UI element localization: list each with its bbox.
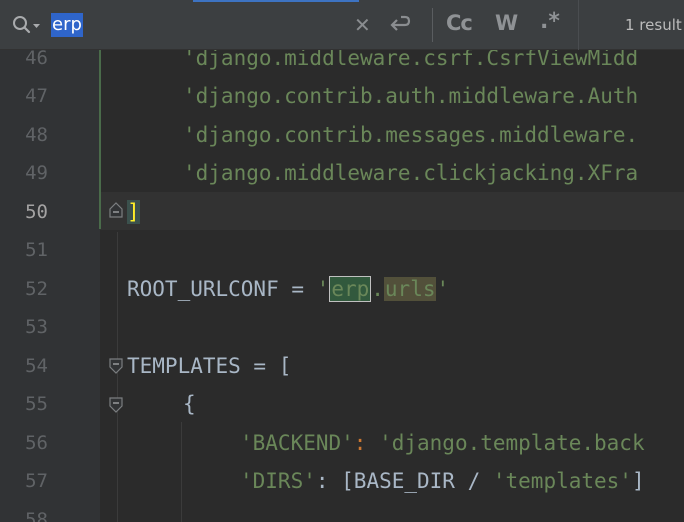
identifier: ROOT_URLCONF =: [127, 277, 317, 301]
current-line-highlight: [0, 192, 684, 230]
find-bar: erp ✕ Cc W .* 1 result: [0, 0, 684, 50]
code-line: 'django.middleware.csrf.CsrfViewMidd: [183, 50, 638, 77]
search-input[interactable]: erp: [51, 13, 83, 37]
string-literal: 'django.contrib.auth.middleware.Auth: [183, 84, 639, 108]
line-number: 54: [25, 355, 48, 377]
string-literal: .: [371, 277, 384, 301]
line-number: 52: [25, 278, 48, 300]
string-quote: ': [316, 277, 330, 301]
line-number: 51: [25, 239, 48, 261]
code-line: 'django.middleware.clickjacking.XFra: [183, 154, 638, 192]
line-number: 49: [25, 162, 48, 184]
line-number: 53: [25, 316, 48, 338]
line-number-current: 50: [25, 201, 48, 223]
line-number: 58: [25, 509, 48, 522]
dict-key: 'BACKEND': [240, 431, 354, 455]
toolbar-divider: [578, 0, 579, 50]
clear-search-icon[interactable]: ✕: [354, 15, 372, 35]
search-match-highlight: urls: [383, 277, 437, 301]
string-quote: ': [436, 277, 450, 301]
indent-guide: [117, 232, 118, 522]
code-line: ROOT_URLCONF = 'erp.urls': [127, 270, 449, 308]
toolbar-divider: [432, 8, 433, 42]
code-line: 'django.contrib.auth.middleware.Auth: [183, 77, 638, 115]
code-line: 'BACKEND': 'django.template.back: [240, 424, 645, 462]
indent-guide: [181, 422, 182, 522]
line-number: 48: [25, 124, 48, 146]
new-line-icon[interactable]: [387, 14, 413, 36]
result-count: 1 result: [625, 16, 682, 34]
search-match-current: erp: [329, 276, 372, 302]
code-line: 'DIRS': [BASE_DIR / 'templates']: [240, 462, 645, 500]
fold-start-icon[interactable]: [109, 358, 123, 374]
line-number: 47: [25, 85, 48, 107]
matched-bracket: ]: [127, 200, 140, 224]
search-focus-accent: [193, 0, 359, 2]
identifier: BASE_DIR /: [353, 469, 493, 493]
code-line: 'django.contrib.messages.middleware.: [183, 116, 638, 154]
fold-start-icon[interactable]: [109, 397, 123, 413]
code-line: {: [183, 385, 196, 423]
code-editor[interactable]: 46 47 48 49 50 51 52 53 54 55 56 57 58 '…: [0, 50, 684, 522]
string-literal: 'django.middleware.clickjacking.XFra: [183, 161, 639, 185]
match-case-toggle[interactable]: Cc: [446, 11, 473, 35]
code-line: ]: [127, 193, 140, 231]
brace: {: [183, 392, 196, 416]
code-line: TEMPLATES = [: [127, 347, 291, 385]
dict-value: 'django.template.back: [379, 431, 645, 455]
line-number: 56: [25, 432, 48, 454]
colon: : [: [315, 469, 354, 493]
string-literal: 'django.middleware.csrf.CsrfViewMidd: [183, 50, 639, 70]
identifier: TEMPLATES = [: [127, 354, 292, 378]
vcs-change-marker[interactable]: [99, 50, 101, 229]
line-number: 57: [25, 470, 48, 492]
line-number: 55: [25, 393, 48, 415]
regex-toggle[interactable]: .*: [540, 9, 560, 34]
fold-end-icon[interactable]: [109, 202, 123, 218]
search-history-icon[interactable]: [12, 15, 42, 35]
string-literal: 'django.contrib.messages.middleware.: [183, 123, 639, 147]
colon: :: [353, 431, 380, 455]
words-toggle[interactable]: W: [495, 11, 518, 35]
bracket: ]: [631, 469, 645, 493]
dict-value: 'templates': [492, 469, 632, 493]
dict-key: 'DIRS': [240, 469, 316, 493]
line-number: 46: [25, 50, 48, 69]
